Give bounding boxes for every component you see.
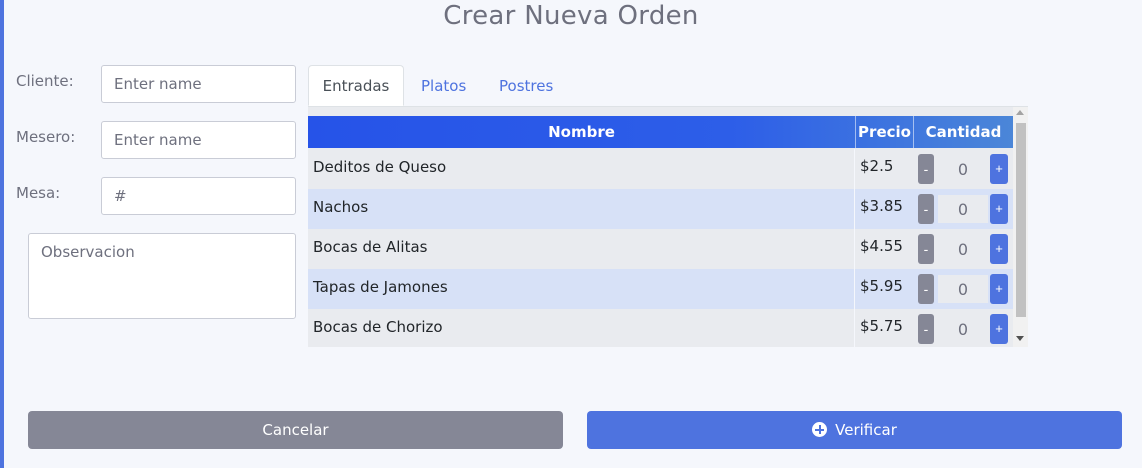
cliente-label: Cliente: — [16, 72, 74, 90]
increment-button[interactable]: + — [990, 194, 1008, 224]
mesero-input[interactable] — [101, 121, 296, 159]
plus-circle-icon — [812, 422, 828, 437]
quantity-input[interactable] — [938, 235, 988, 263]
header-nombre: Nombre — [548, 123, 615, 141]
verify-button-label: Verificar — [835, 421, 897, 439]
table-row: Bocas de Chorizo $5.75 - + — [308, 309, 1013, 347]
table-row: Deditos de Queso $2.5 - + — [308, 149, 1013, 189]
item-name: Deditos de Queso — [313, 158, 447, 176]
mesa-input[interactable] — [101, 177, 296, 215]
item-name: Bocas de Alitas — [313, 238, 428, 256]
mesero-label: Mesero: — [16, 128, 76, 146]
cell-separator — [854, 149, 855, 189]
quantity-input[interactable] — [938, 315, 988, 343]
tab-postres[interactable]: Postres — [499, 65, 553, 107]
decrement-button[interactable]: - — [918, 314, 934, 344]
increment-button[interactable]: + — [990, 234, 1008, 264]
mesa-label: Mesa: — [16, 184, 61, 202]
quantity-input[interactable] — [938, 155, 988, 183]
category-tabs: Entradas Platos Postres — [308, 65, 1028, 107]
item-price: $5.75 — [860, 317, 903, 335]
verify-button[interactable]: Verificar — [587, 411, 1122, 449]
item-name: Bocas de Chorizo — [313, 318, 443, 336]
cell-separator — [854, 189, 855, 229]
decrement-button[interactable]: - — [918, 154, 934, 184]
quantity-input[interactable] — [938, 195, 988, 223]
menu-table: Nombre Precio Cantidad Deditos de Queso … — [308, 107, 1028, 347]
scroll-up-arrow-icon[interactable] — [1016, 110, 1024, 115]
cell-separator — [854, 309, 855, 347]
scrollbar-thumb[interactable] — [1016, 123, 1026, 317]
table-row: Tapas de Jamones $5.95 - + — [308, 269, 1013, 309]
increment-button[interactable]: + — [990, 154, 1008, 184]
tab-platos[interactable]: Platos — [421, 65, 466, 107]
item-price: $4.55 — [860, 237, 903, 255]
increment-button[interactable]: + — [990, 314, 1008, 344]
header-cantidad: Cantidad — [925, 123, 1002, 141]
tab-entradas[interactable]: Entradas — [308, 65, 404, 106]
item-name: Nachos — [313, 198, 369, 216]
item-price: $5.95 — [860, 277, 903, 295]
table-scrollbar[interactable] — [1013, 107, 1028, 347]
decrement-button[interactable]: - — [918, 194, 934, 224]
cell-separator — [854, 229, 855, 269]
left-accent-bar — [0, 0, 4, 468]
table-header: Nombre Precio Cantidad — [308, 116, 1013, 148]
table-row: Bocas de Alitas $4.55 - + — [308, 229, 1013, 269]
quantity-input[interactable] — [938, 275, 988, 303]
cliente-input[interactable] — [101, 65, 296, 103]
scroll-down-arrow-icon[interactable] — [1016, 336, 1024, 341]
item-name: Tapas de Jamones — [313, 278, 448, 296]
cancel-button[interactable]: Cancelar — [28, 411, 563, 449]
item-price: $2.5 — [860, 157, 894, 175]
item-price: $3.85 — [860, 197, 903, 215]
page-title: Crear Nueva Orden — [443, 1, 699, 31]
increment-button[interactable]: + — [990, 274, 1008, 304]
decrement-button[interactable]: - — [918, 234, 934, 264]
cell-separator — [854, 269, 855, 309]
table-row: Nachos $3.85 - + — [308, 189, 1013, 229]
observacion-textarea[interactable] — [28, 233, 296, 319]
decrement-button[interactable]: - — [918, 274, 934, 304]
header-precio: Precio — [858, 123, 911, 141]
